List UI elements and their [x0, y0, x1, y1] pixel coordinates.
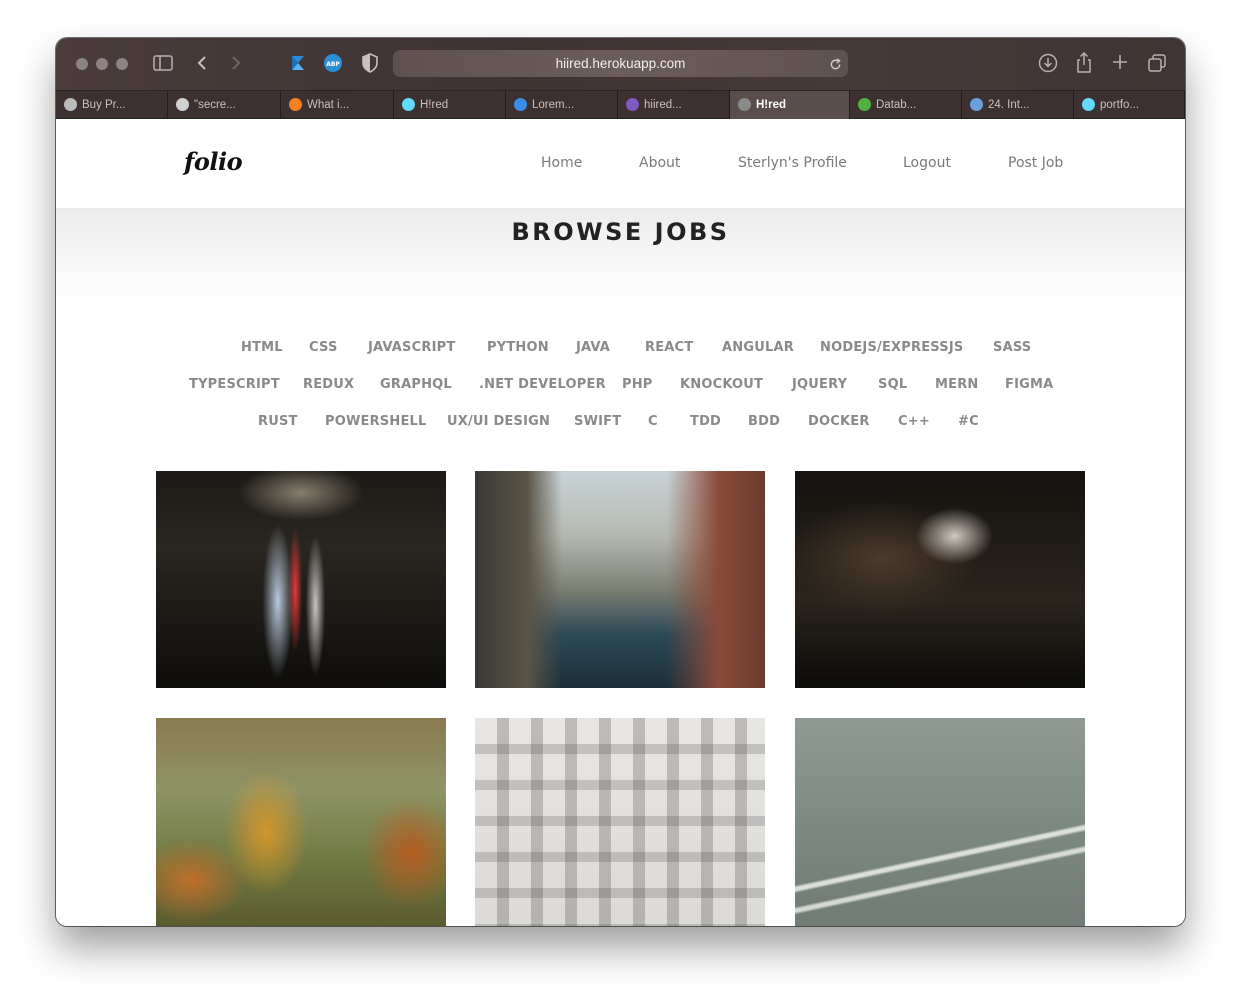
job-tag-link[interactable]: JAVASCRIPT: [368, 340, 455, 355]
job-photo-card[interactable]: [475, 471, 765, 688]
job-photo-card[interactable]: [156, 471, 446, 688]
zoom-window-button[interactable]: [116, 58, 128, 70]
minimize-window-button[interactable]: [96, 58, 108, 70]
nav-logout[interactable]: Logout: [903, 155, 951, 171]
browser-tab[interactable]: H!red: [394, 91, 506, 119]
nav-profile[interactable]: Sterlyn's Profile: [738, 155, 847, 171]
site-header: folio Home About Sterlyn's Profile Logou…: [56, 119, 1185, 208]
job-tag-link[interactable]: POWERSHELL: [325, 414, 427, 429]
downloads-icon[interactable]: [1038, 53, 1058, 73]
browser-tab-label: H!red: [420, 99, 449, 111]
job-tag-link[interactable]: HTML: [241, 340, 283, 355]
extension-gem-icon[interactable]: [288, 53, 308, 73]
job-tag-link[interactable]: JAVA: [576, 340, 610, 355]
job-tag-link[interactable]: C: [648, 414, 658, 429]
browser-tab[interactable]: hiired...: [618, 91, 730, 119]
job-tag-link[interactable]: CSS: [309, 340, 338, 355]
job-tag-link[interactable]: SASS: [993, 340, 1031, 355]
job-tag-link[interactable]: MERN: [935, 377, 979, 392]
job-tag-link[interactable]: FIGMA: [1005, 377, 1053, 392]
new-tab-icon[interactable]: [1112, 54, 1128, 70]
site-logo[interactable]: folio: [184, 147, 243, 176]
browser-tab-label: H!red: [756, 99, 787, 111]
url-text: hiired.herokuapp.com: [555, 56, 686, 71]
nav-home[interactable]: Home: [541, 155, 582, 171]
job-photo-card[interactable]: [795, 471, 1085, 688]
page-title: BROWSE JOBS: [511, 218, 730, 246]
browser-window: ABP hiired.herokuapp.com Buy Pr... "secr…: [56, 38, 1185, 926]
stack-overflow-icon: [289, 98, 302, 111]
job-tag-link[interactable]: BDD: [748, 414, 780, 429]
reload-icon[interactable]: [829, 56, 842, 75]
job-tag-link[interactable]: KNOCKOUT: [680, 377, 763, 392]
job-tag-link[interactable]: SWIFT: [574, 414, 621, 429]
privacy-shield-icon[interactable]: [361, 53, 379, 73]
react-icon: [402, 98, 415, 111]
job-tag-link[interactable]: ANGULAR: [722, 340, 794, 355]
sidebar-toggle-icon[interactable]: [153, 55, 173, 71]
hired-h-icon: [738, 98, 751, 111]
job-tag-link[interactable]: TDD: [690, 414, 721, 429]
job-tag-link[interactable]: PHP: [622, 377, 653, 392]
nav-about[interactable]: About: [639, 155, 680, 171]
browser-tab[interactable]: 24. Int...: [962, 91, 1074, 119]
job-tag-link[interactable]: UX/UI DESIGN: [447, 414, 550, 429]
browser-tab[interactable]: "secre...: [168, 91, 281, 119]
close-window-button[interactable]: [76, 58, 88, 70]
screenshot-stage: ABP hiired.herokuapp.com Buy Pr... "secr…: [0, 0, 1241, 1001]
browser-tab[interactable]: Buy Pr...: [56, 91, 168, 119]
browser-tab-label: What i...: [307, 99, 350, 111]
job-tag-link[interactable]: REDUX: [303, 377, 354, 392]
apple-icon: [64, 98, 77, 111]
browser-tab[interactable]: Lorem...: [506, 91, 618, 119]
job-tag-link[interactable]: TYPESCRIPT: [189, 377, 280, 392]
browser-tab[interactable]: H!red: [730, 91, 850, 119]
tab-overview-icon[interactable]: [1147, 53, 1167, 73]
heroku-icon: [626, 98, 639, 111]
page-hero: BROWSE JOBS: [56, 208, 1185, 308]
tab-strip: Buy Pr... "secre... What i... H!red Lorem...…: [56, 90, 1185, 119]
browser-tab-label: Buy Pr...: [82, 99, 126, 111]
nav-post-job[interactable]: Post Job: [1008, 155, 1063, 171]
browser-tab[interactable]: What i...: [281, 91, 394, 119]
browser-tab-label: Datab...: [876, 99, 917, 111]
job-tag-link[interactable]: NODEJS/EXPRESSJS: [820, 340, 963, 355]
address-bar[interactable]: hiired.herokuapp.com: [393, 50, 848, 77]
browser-tab-label: "secre...: [194, 99, 236, 111]
forward-icon[interactable]: [230, 55, 242, 71]
browser-tab-label: hiired...: [644, 99, 682, 111]
job-tag-link[interactable]: GRAPHQL: [380, 377, 452, 392]
share-icon[interactable]: [1075, 52, 1093, 74]
mongodb-leaf-icon: [858, 98, 871, 111]
job-tag-link[interactable]: SQL: [878, 377, 907, 392]
job-tag-link[interactable]: DOCKER: [808, 414, 870, 429]
lorem-icon: [514, 98, 527, 111]
udemy-icon: [970, 98, 983, 111]
browser-tab-label: portfo...: [1100, 99, 1139, 111]
back-icon[interactable]: [196, 55, 208, 71]
react-icon: [1082, 98, 1095, 111]
job-tag-link[interactable]: PYTHON: [487, 340, 549, 355]
svg-text:ABP: ABP: [326, 61, 340, 68]
browser-tab[interactable]: portfo...: [1074, 91, 1185, 119]
web-page: folio Home About Sterlyn's Profile Logou…: [56, 119, 1185, 926]
job-photo-card[interactable]: [795, 718, 1085, 926]
browser-toolbar: ABP hiired.herokuapp.com: [56, 38, 1185, 90]
job-tag-link[interactable]: JQUERY: [792, 377, 847, 392]
job-photo-card[interactable]: [156, 718, 446, 926]
job-tag-link[interactable]: #C: [958, 414, 979, 429]
job-tag-link[interactable]: REACT: [645, 340, 693, 355]
job-tag-link[interactable]: .NET DEVELOPER: [479, 377, 606, 392]
chat-bubble-icon: [176, 98, 189, 111]
job-tag-link[interactable]: RUST: [258, 414, 298, 429]
browser-tab[interactable]: Datab...: [850, 91, 962, 119]
browser-tab-label: Lorem...: [532, 99, 575, 111]
adblock-icon[interactable]: ABP: [323, 53, 343, 73]
job-photo-card[interactable]: [475, 718, 765, 926]
browser-tab-label: 24. Int...: [988, 99, 1030, 111]
job-tag-link[interactable]: C++: [898, 414, 930, 429]
